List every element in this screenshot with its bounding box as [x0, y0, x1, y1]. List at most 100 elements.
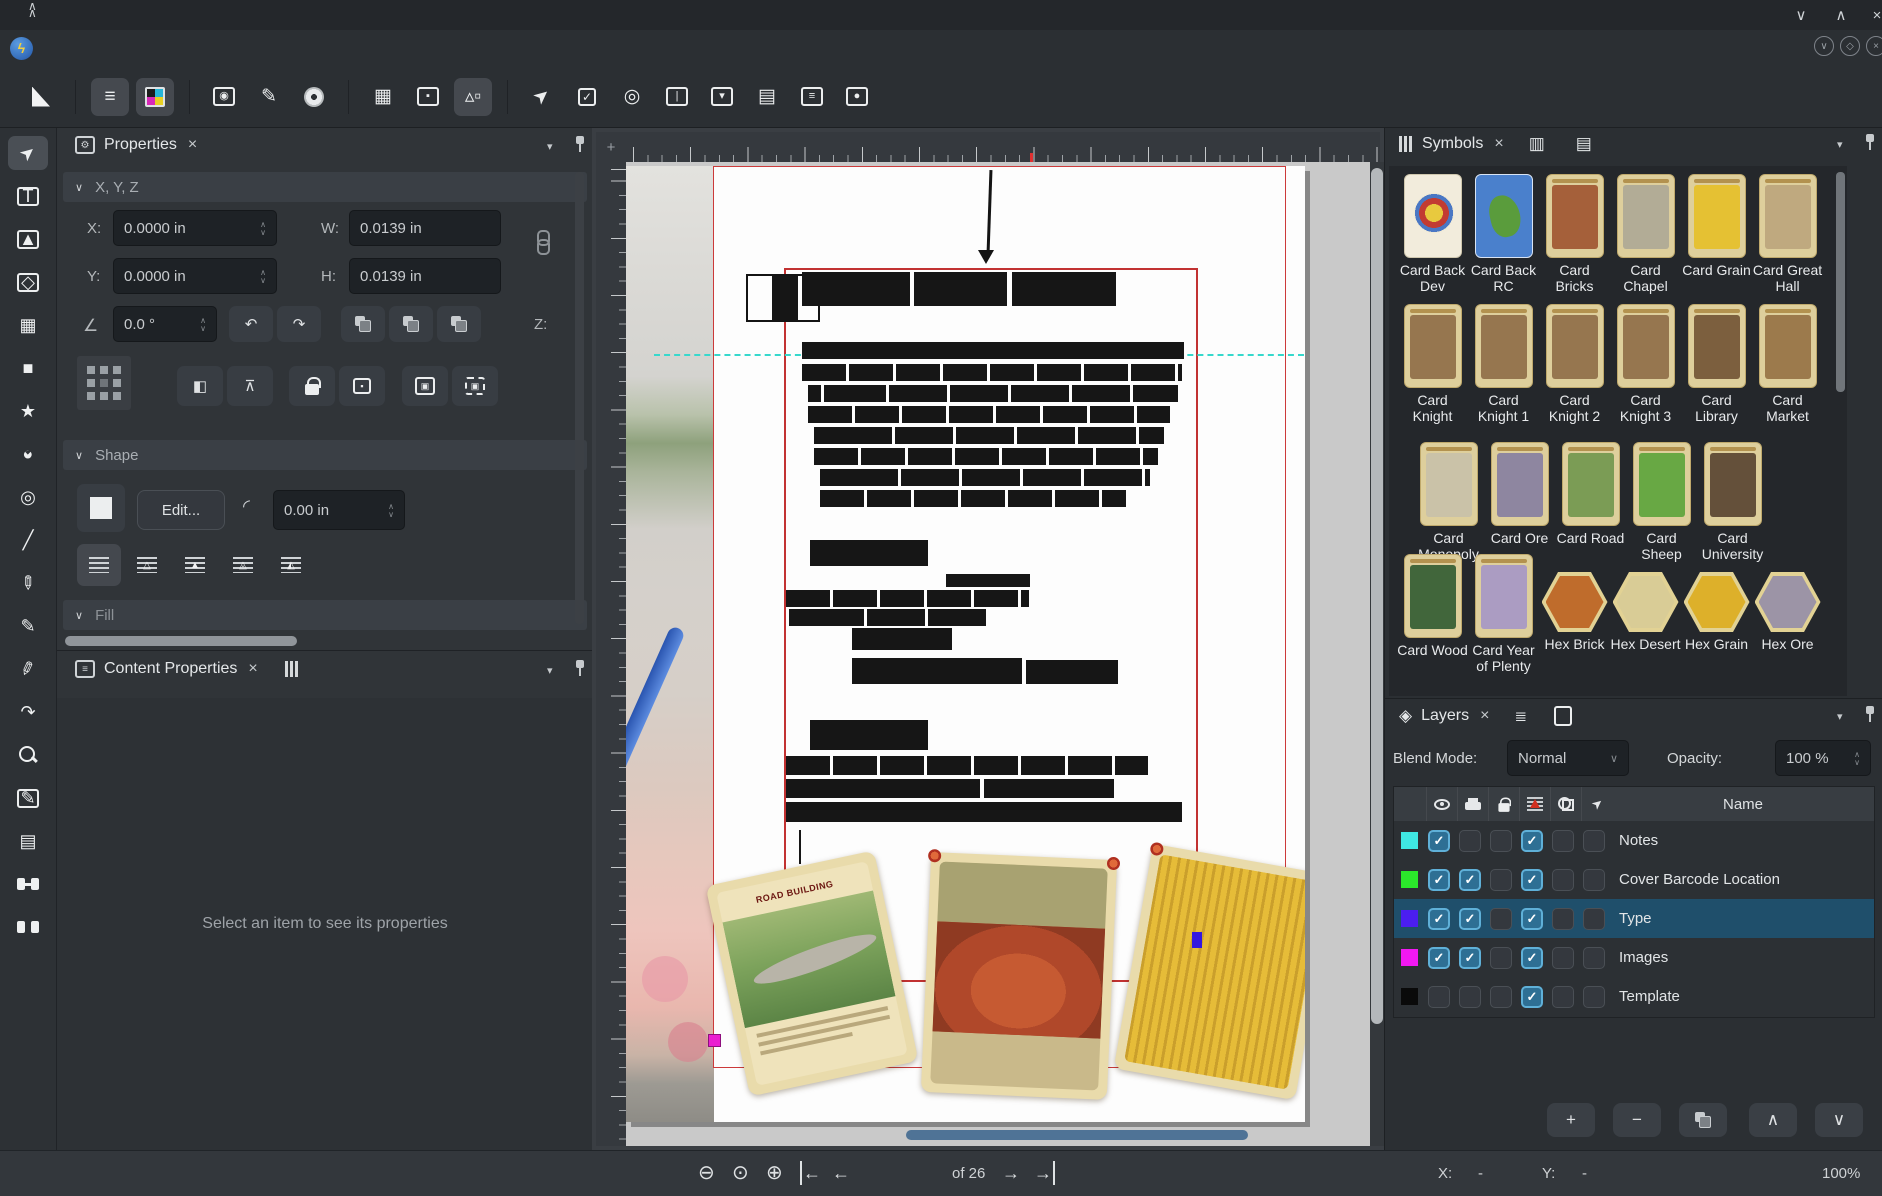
rotation-spinner[interactable] [200, 317, 206, 332]
layer-toggle[interactable] [1583, 908, 1605, 930]
image-frame-tool[interactable]: ▲ [8, 222, 48, 256]
text-flow-contour-button[interactable]: ◬ [221, 544, 265, 586]
layers-pin-icon[interactable] [1865, 706, 1875, 722]
outline-view-icon[interactable]: ≡ [91, 78, 129, 116]
symbol-item[interactable]: Card Market [1752, 304, 1823, 424]
layer-toggle[interactable] [1428, 986, 1450, 1008]
horizontal-ruler[interactable] [626, 132, 1380, 162]
properties-hscrollbar[interactable] [65, 636, 297, 646]
text-flow-off-button[interactable] [77, 544, 121, 586]
content-pin-icon[interactable] [575, 660, 585, 676]
first-page-icon[interactable]: ← [800, 1161, 821, 1185]
new-page-icon[interactable] [22, 78, 60, 116]
rotate-tool[interactable]: ↷ [8, 695, 48, 729]
properties-pin-icon[interactable] [575, 136, 585, 152]
raise-to-top-button[interactable] [341, 306, 385, 342]
mdi-float-icon[interactable]: ◇ [1840, 36, 1860, 56]
layer-toggle[interactable] [1459, 869, 1481, 891]
ruler-origin[interactable]: + [596, 132, 626, 162]
last-page-icon[interactable]: → [1034, 1161, 1055, 1185]
opacity-field[interactable]: 100 % [1775, 740, 1871, 776]
lock-object-button[interactable] [289, 366, 335, 406]
insert-table-icon[interactable]: ▦ [364, 78, 402, 116]
rotate-cw-button[interactable]: ↷ [277, 306, 321, 342]
symbols-star-list-icon[interactable]: ▤ [1576, 134, 1592, 154]
properties-vscrollbar[interactable] [575, 172, 584, 624]
layer-toggle[interactable] [1521, 869, 1543, 891]
layer-toggle[interactable] [1552, 947, 1574, 969]
layer-toggle[interactable] [1490, 947, 1512, 969]
lower-layer-button[interactable]: ∨ [1815, 1103, 1863, 1137]
menu-item[interactable] [163, 42, 193, 54]
color-management-icon[interactable] [136, 78, 174, 116]
pdf-combobox-icon[interactable]: ▾ [703, 78, 741, 116]
shape-selector-button[interactable] [77, 484, 125, 532]
blue-marker[interactable] [1192, 932, 1202, 948]
symbols-scrollbar[interactable] [1836, 172, 1845, 392]
symbols-booklet-icon[interactable]: ▥ [1529, 134, 1545, 154]
layers-collapse-icon[interactable]: ▾ [1837, 710, 1843, 723]
shape-edit-button[interactable]: Edit... [137, 490, 225, 530]
select-tool[interactable]: ➤ [8, 136, 48, 170]
symbol-item[interactable]: Card Great Hall [1752, 174, 1823, 294]
y-spinner[interactable] [260, 269, 266, 284]
render-frame-tool[interactable]: ◇ [8, 265, 48, 299]
layer-toggle[interactable] [1428, 869, 1450, 891]
layer-toggle[interactable] [1552, 986, 1574, 1008]
vertical-ruler[interactable] [596, 162, 626, 1146]
rotate-ccw-button[interactable]: ↶ [229, 306, 273, 342]
calligraphic-tool[interactable]: ✎ [8, 652, 48, 686]
symbol-item[interactable]: Card Year of Plenty [1468, 554, 1539, 674]
symbol-item[interactable]: Card Sheep [1626, 442, 1697, 562]
symbol-item[interactable]: Card Knight 3 [1610, 304, 1681, 424]
layer-toggle[interactable] [1521, 947, 1543, 969]
raise-button[interactable] [389, 306, 433, 342]
layer-toggle[interactable] [1459, 908, 1481, 930]
text-flow-image-button[interactable]: ◭ [269, 544, 313, 586]
canvas-vscrollbar[interactable] [1370, 162, 1384, 1146]
blend-mode-dropdown[interactable]: Normal∨ [1507, 740, 1629, 776]
pdf-listbox-icon[interactable]: ▤ [748, 78, 786, 116]
remove-layer-button[interactable]: − [1613, 1103, 1661, 1137]
ungroup-button[interactable]: ▣ [452, 366, 498, 406]
symbol-item[interactable]: Card Knight 2 [1539, 304, 1610, 424]
pdf-checkbox-icon[interactable] [568, 78, 606, 116]
symbol-item[interactable]: Card Back RC [1468, 174, 1539, 294]
symbol-item[interactable]: Card Grain [1681, 174, 1752, 294]
pdf-link-icon[interactable]: ● [838, 78, 876, 116]
symbols-collapse-icon[interactable]: ▾ [1837, 138, 1843, 151]
menu-item[interactable] [313, 42, 343, 54]
layer-toggle[interactable] [1552, 869, 1574, 891]
insert-frame-icon[interactable]: ▪ [409, 78, 447, 116]
layer-toggle[interactable] [1459, 947, 1481, 969]
pdf-radio-icon[interactable]: ◎ [613, 78, 651, 116]
layer-toggle[interactable] [1490, 908, 1512, 930]
layer-toggle[interactable] [1490, 869, 1512, 891]
lock-size-button[interactable]: ▪ [339, 366, 385, 406]
menu-item[interactable] [133, 42, 163, 54]
layer-toggle[interactable] [1583, 947, 1605, 969]
symbol-item[interactable]: Card Bricks [1539, 174, 1610, 294]
group-button[interactable]: ▣ [402, 366, 448, 406]
symbol-item[interactable]: Card Wood [1397, 554, 1468, 674]
rotation-field[interactable]: 0.0 ° [113, 306, 217, 342]
canvas-area[interactable]: + [592, 128, 1384, 1150]
symbol-item[interactable]: Hex Desert [1610, 554, 1681, 674]
layer-toggle[interactable] [1428, 947, 1450, 969]
text-flow-frame-button[interactable]: △ [125, 544, 169, 586]
symbol-item[interactable]: Card Back Dev [1397, 174, 1468, 294]
w-field[interactable]: 0.0139 in [349, 210, 501, 246]
flip-horizontal-button[interactable]: ◧ [177, 366, 223, 406]
lower-button[interactable] [437, 306, 481, 342]
layer-toggle[interactable] [1552, 908, 1574, 930]
layer-row[interactable]: Images [1394, 938, 1874, 977]
zoom-in-icon[interactable]: ⊕ [766, 1161, 783, 1185]
layer-toggle[interactable] [1428, 908, 1450, 930]
layers-page-icon[interactable] [1554, 706, 1572, 726]
duplicate-layer-button[interactable] [1679, 1103, 1727, 1137]
properties-collapse-icon[interactable]: ▾ [547, 140, 553, 153]
save-disc-icon[interactable] [295, 78, 333, 116]
menu-item[interactable] [223, 42, 253, 54]
link-frames-tool[interactable] [8, 867, 48, 901]
x-spinner[interactable] [260, 221, 266, 236]
